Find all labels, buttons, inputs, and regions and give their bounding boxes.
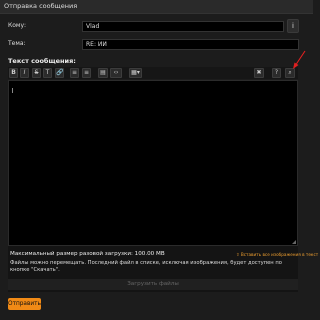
upload-description: Файлы можно перемещать. Последний файл в… bbox=[10, 260, 282, 273]
align-left-icon[interactable]: ≡ bbox=[70, 68, 79, 78]
table-dropdown-icon[interactable]: ▦▾ bbox=[129, 68, 142, 78]
send-button[interactable]: Отправить bbox=[8, 298, 41, 310]
editor-toolbar: B I S T 🔗 ≡ ≡ ▤ ‹› ▦▾ ✖ ? ⌕ bbox=[8, 67, 298, 79]
align-center-icon[interactable]: ≡ bbox=[82, 68, 91, 78]
list-icon[interactable]: ▤ bbox=[98, 68, 108, 78]
info-button[interactable]: i bbox=[287, 19, 299, 33]
link-icon[interactable]: 🔗 bbox=[55, 68, 64, 78]
subject-field[interactable]: RE: ИИ bbox=[82, 39, 299, 50]
info-icon: i bbox=[292, 22, 294, 30]
text-style-button[interactable]: T bbox=[43, 68, 52, 78]
window-title: Отправка сообщения bbox=[4, 2, 78, 10]
subject-label: Тема: bbox=[8, 40, 26, 47]
remove-format-icon[interactable]: ✖ bbox=[254, 68, 264, 78]
upload-panel: Максимальный размер разовой загрузки: 10… bbox=[8, 246, 318, 292]
code-icon[interactable]: ‹› bbox=[110, 68, 122, 78]
upload-files-button[interactable]: Загрузить файлы bbox=[8, 279, 298, 290]
search-icon[interactable]: ⌕ bbox=[285, 68, 295, 78]
resize-grip-icon[interactable] bbox=[292, 240, 296, 244]
title-bar: Отправка сообщения bbox=[0, 0, 313, 14]
message-editor[interactable] bbox=[8, 80, 298, 246]
help-icon[interactable]: ? bbox=[272, 68, 281, 78]
recipient-field[interactable]: Vlad bbox=[82, 21, 284, 32]
to-label: Кому: bbox=[8, 22, 27, 29]
max-upload-size: Максимальный размер разовой загрузки: 10… bbox=[10, 251, 165, 257]
text-caret bbox=[12, 88, 13, 93]
strike-button[interactable]: S bbox=[32, 68, 41, 78]
insert-all-images-link[interactable]: ⇧ Вставить все изображения в текст bbox=[236, 252, 318, 257]
message-label: Текст сообщения: bbox=[8, 57, 76, 65]
bold-button[interactable]: B bbox=[9, 68, 18, 78]
italic-button[interactable]: I bbox=[20, 68, 29, 78]
